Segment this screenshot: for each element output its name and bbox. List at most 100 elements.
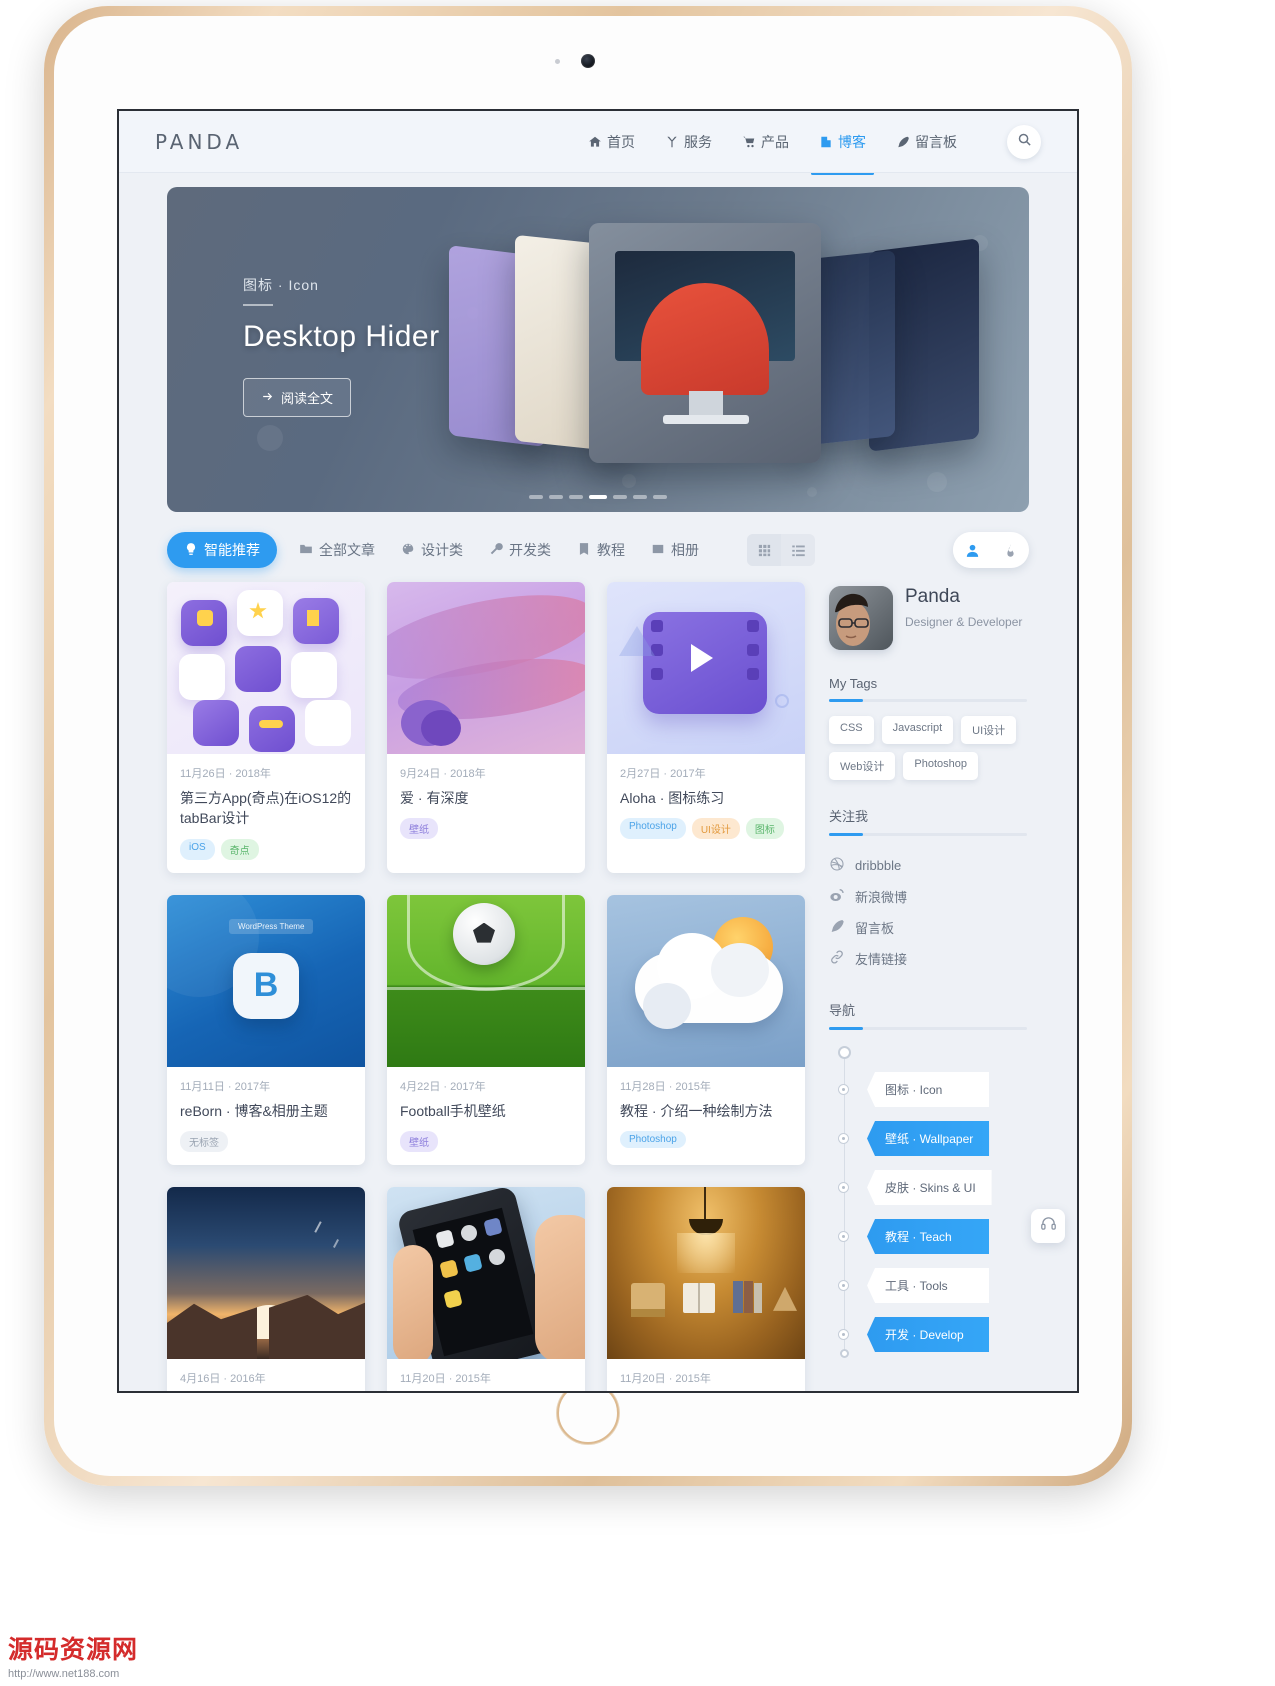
nav-item-blog[interactable]: 博客: [811, 128, 874, 175]
article-card[interactable]: 11月26日 · 2018年 第三方App(奇点)在iOS12的tabBar设计…: [167, 582, 365, 873]
avatar[interactable]: [829, 586, 893, 650]
card-tag[interactable]: 图标: [745, 818, 784, 840]
card-tag[interactable]: Photoshop: [620, 1130, 686, 1148]
nav-timeline: 图标 · Icon 壁纸 · Wallpaper 皮肤 · Skins & UI: [829, 1046, 1027, 1358]
hero-title: Desktop Hider: [243, 320, 440, 353]
article-card[interactable]: 11月20日 · 2015年 flyme手机主题 Photoshop UI设计: [387, 1186, 585, 1391]
nav-timeline-item[interactable]: 开发 · Develop: [838, 1317, 1027, 1352]
support-float-button[interactable]: [1031, 1209, 1065, 1243]
nav-timeline-item[interactable]: 壁纸 · Wallpaper: [838, 1121, 1027, 1156]
carousel-dot[interactable]: [529, 495, 543, 499]
article-card[interactable]: 9月24日 · 2018年 爱 · 有深度 壁纸: [387, 582, 585, 873]
header-divider: [119, 172, 1077, 173]
nav-item-products[interactable]: 产品: [740, 128, 791, 156]
search-button[interactable]: [1007, 125, 1041, 159]
filter-bar: 智能推荐 全部文章 设计类 开发类 教程 相册: [119, 512, 1077, 568]
tag-button[interactable]: Photoshop: [903, 752, 979, 780]
section-title: 导航: [829, 1003, 856, 1018]
card-tag[interactable]: 奇点: [220, 838, 259, 860]
nav-timeline-label-active[interactable]: 开发 · Develop: [867, 1317, 989, 1352]
article-card[interactable]: 4月16日 · 2016年 私藏壁纸一张: [167, 1186, 365, 1391]
nav-timeline-label-active[interactable]: 教程 · Teach: [867, 1219, 989, 1254]
hero-kicker-underline: [243, 304, 273, 306]
filter-chip-development[interactable]: 开发类: [489, 540, 551, 560]
carousel-dot[interactable]: [613, 495, 627, 499]
profile-text: Panda Designer & Developer: [905, 586, 1022, 631]
article-card[interactable]: 11月20日 · 2015年 OrgRar · WinRAR主题: [607, 1186, 805, 1391]
nav-timeline-item[interactable]: 图标 · Icon: [838, 1072, 1027, 1107]
tag-button[interactable]: UI设计: [961, 716, 1017, 744]
site-header: PANDA 首页 服务 产品 博客 留言板: [119, 111, 1077, 175]
section-underline: [829, 699, 1027, 702]
author-filter-toggle[interactable]: [953, 532, 1029, 568]
filter-chip-recommend[interactable]: 智能推荐: [167, 532, 277, 568]
carousel-dot[interactable]: [633, 495, 647, 499]
nav-item-guestbook[interactable]: 留言板: [894, 128, 959, 156]
card-date: 2月27日 · 2017年: [620, 768, 706, 780]
card-thumbnail: [167, 582, 365, 754]
timeline-start-node: [838, 1046, 851, 1059]
nav-timeline-label[interactable]: 皮肤 · Skins & UI: [867, 1170, 992, 1205]
card-tag[interactable]: iOS: [180, 838, 215, 860]
card-tag[interactable]: UI设计: [691, 818, 740, 840]
nav-timeline-item[interactable]: 皮肤 · Skins & UI: [838, 1170, 1027, 1205]
tag-button[interactable]: Web设计: [829, 752, 896, 780]
filter-chip-design[interactable]: 设计类: [401, 540, 463, 560]
cart-icon: [742, 135, 756, 149]
card-title: Aloha · 图标练习: [620, 790, 725, 806]
carousel-dot-active[interactable]: [589, 495, 607, 499]
tag-button[interactable]: CSS: [829, 716, 874, 744]
carousel-dot[interactable]: [569, 495, 583, 499]
hero-button-label: 阅读全文: [281, 391, 334, 406]
filter-chip-tutorial[interactable]: 教程: [577, 540, 625, 560]
grid-view-icon[interactable]: [747, 534, 781, 566]
dribbble-icon: [829, 856, 845, 875]
follow-link-label: dribbble: [855, 858, 902, 873]
follow-link-guestbook[interactable]: 留言板: [829, 912, 1027, 943]
follow-link-label: 新浪微博: [855, 890, 908, 905]
view-mode-toggle[interactable]: [747, 534, 815, 566]
palette-icon: [401, 542, 415, 559]
timeline-node: [838, 1133, 849, 1144]
card-thumbnail: [607, 894, 805, 1067]
nav-item-home[interactable]: 首页: [586, 128, 637, 156]
watermark-title: 源码资源网: [8, 1636, 139, 1664]
card-tag[interactable]: 无标签: [180, 1130, 228, 1152]
bulb-icon: [184, 542, 198, 559]
nav-timeline-item[interactable]: 教程 · Teach: [838, 1219, 1027, 1254]
flame-icon[interactable]: [991, 532, 1029, 568]
hero-carousel-dots[interactable]: [529, 495, 667, 499]
hero-banner[interactable]: 图标 · Icon Desktop Hider 阅读全文: [167, 187, 1029, 512]
home-icon: [588, 135, 602, 149]
filter-chip-album[interactable]: 相册: [651, 540, 699, 560]
timeline-node: [838, 1280, 849, 1291]
article-card[interactable]: B WordPress Theme 11月11日 · 2017年 reBorn …: [167, 894, 365, 1165]
nav-timeline-label[interactable]: 工具 · Tools: [867, 1268, 989, 1303]
nav-item-services[interactable]: 服务: [663, 128, 714, 156]
section-underline: [829, 1027, 1027, 1030]
card-thumbnail: [387, 894, 585, 1067]
follow-link-weibo[interactable]: 新浪微博: [829, 881, 1027, 912]
article-card[interactable]: 2月27日 · 2017年 Aloha · 图标练习 Photoshop UI设…: [607, 582, 805, 873]
card-tag[interactable]: 壁纸: [400, 1130, 438, 1152]
card-badge: WordPress Theme: [229, 918, 314, 934]
article-card[interactable]: 11月28日 · 2015年 教程 · 介绍一种绘制方法 Photoshop: [607, 894, 805, 1165]
tag-button[interactable]: Javascript: [881, 716, 954, 744]
nav-timeline-label[interactable]: 图标 · Icon: [867, 1072, 989, 1107]
user-icon[interactable]: [953, 532, 991, 568]
follow-link-friends[interactable]: 友情链接: [829, 943, 1027, 974]
card-tag[interactable]: 壁纸: [400, 818, 438, 840]
follow-link-dribbble[interactable]: dribbble: [829, 850, 1027, 881]
carousel-dot[interactable]: [653, 495, 667, 499]
filter-chip-all-articles[interactable]: 全部文章: [299, 540, 375, 560]
list-view-icon[interactable]: [781, 534, 815, 566]
card-tag[interactable]: Photoshop: [620, 818, 686, 840]
profile-role: Designer & Developer: [905, 615, 1023, 629]
nav-timeline-label-active[interactable]: 壁纸 · Wallpaper: [867, 1121, 990, 1156]
hero-read-more-button[interactable]: 阅读全文: [243, 378, 352, 417]
nav-timeline-item[interactable]: 工具 · Tools: [838, 1268, 1027, 1303]
article-card[interactable]: 4月22日 · 2017年 Football手机壁纸 壁纸: [387, 894, 585, 1165]
profile-block: Panda Designer & Developer: [829, 586, 1027, 650]
site-logo[interactable]: PANDA: [155, 130, 243, 154]
carousel-dot[interactable]: [549, 495, 563, 499]
